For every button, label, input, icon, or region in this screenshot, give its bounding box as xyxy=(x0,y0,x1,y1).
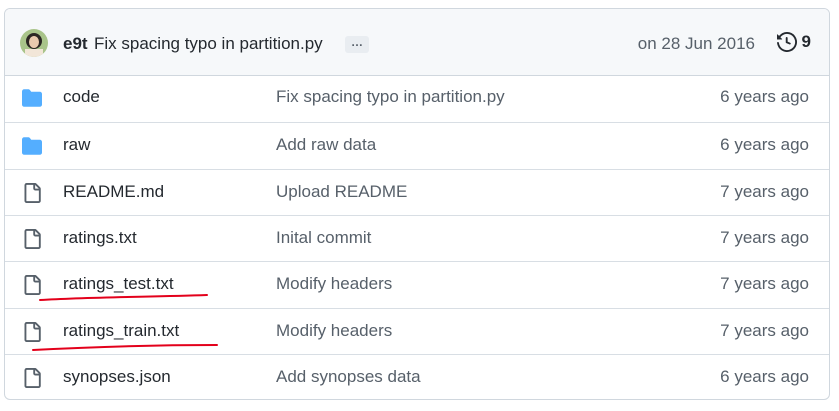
file-commit-message-link[interactable]: Fix spacing typo in partition.py xyxy=(276,87,505,107)
history-count: 9 xyxy=(801,32,811,51)
file-commit-age[interactable]: 7 years ago xyxy=(720,182,809,202)
file-row[interactable]: code Fix spacing typo in partition.py 6 ye… xyxy=(5,75,829,121)
file-row[interactable]: README.md Upload README 7 years ago xyxy=(5,168,829,215)
file-name-link[interactable]: README.md xyxy=(63,182,164,202)
folder-icon xyxy=(22,88,42,108)
file-commit-age[interactable]: 7 years ago xyxy=(720,274,809,294)
file-row[interactable]: synopses.json Add synopses data 6 years ag… xyxy=(5,353,829,399)
file-commit-message-link[interactable]: Add synopses data xyxy=(276,367,421,387)
file-name-link[interactable]: code xyxy=(63,87,100,107)
file-commit-age[interactable]: 6 years ago xyxy=(720,135,809,155)
file-icon xyxy=(22,182,42,203)
commit-author[interactable]: e9t xyxy=(63,34,88,54)
file-row[interactable]: ratings_test.txt Modify headers 7 years ag… xyxy=(5,261,829,307)
file-name-link[interactable]: synopses.json xyxy=(63,367,171,387)
file-commit-message-link[interactable]: Modify headers xyxy=(276,321,392,341)
file-name-link[interactable]: raw xyxy=(63,135,90,155)
file-commit-message-link[interactable]: Add raw data xyxy=(276,135,376,155)
file-commit-message-link[interactable]: Modify headers xyxy=(276,274,392,294)
file-commit-message-link[interactable]: Upload README xyxy=(276,182,407,202)
file-icon xyxy=(22,367,42,388)
history-clock-icon xyxy=(776,32,797,52)
file-icon xyxy=(22,228,42,249)
file-commit-age[interactable]: 7 years ago xyxy=(720,321,809,341)
latest-commit-bar: e9t Fix spacing typo in partition.py … o… xyxy=(5,9,829,76)
file-commit-message-link[interactable]: Inital commit xyxy=(276,228,371,248)
commit-message[interactable]: Fix spacing typo in partition.py xyxy=(94,34,323,54)
file-commit-age[interactable]: 6 years ago xyxy=(720,367,809,387)
file-icon xyxy=(22,321,42,342)
file-row[interactable]: ratings.txt Inital commit 7 years ago xyxy=(5,214,829,261)
expand-commit-button[interactable]: … xyxy=(345,36,369,53)
file-name-link[interactable]: ratings_test.txt xyxy=(63,274,174,294)
file-row[interactable]: ratings_train.txt Modify headers 7 years a… xyxy=(5,307,829,354)
file-icon xyxy=(22,275,42,296)
folder-icon xyxy=(22,136,42,156)
commit-history-link[interactable]: 9 xyxy=(776,32,811,52)
file-name-link[interactable]: ratings.txt xyxy=(63,228,137,248)
file-row[interactable]: raw Add raw data 6 years ago xyxy=(5,122,829,168)
commit-date[interactable]: on 28 Jun 2016 xyxy=(638,34,755,54)
file-name-link[interactable]: ratings_train.txt xyxy=(63,321,179,341)
avatar[interactable] xyxy=(20,29,48,57)
file-commit-age[interactable]: 6 years ago xyxy=(720,87,809,107)
file-browser: e9t Fix spacing typo in partition.py … o… xyxy=(4,8,830,400)
file-commit-age[interactable]: 7 years ago xyxy=(720,228,809,248)
